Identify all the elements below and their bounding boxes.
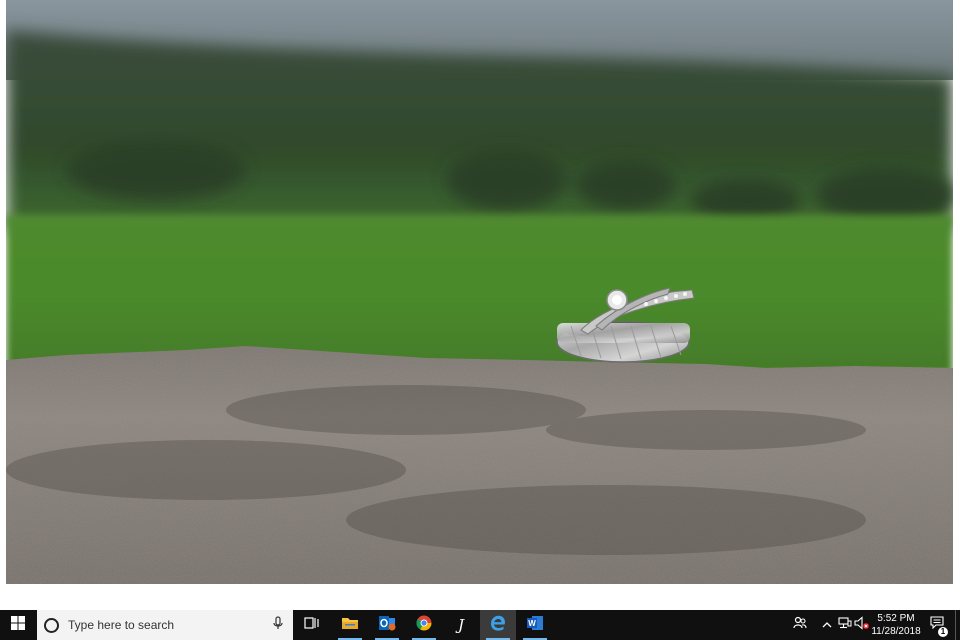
svg-text:W: W xyxy=(528,619,536,628)
show-desktop-button[interactable] xyxy=(955,610,960,640)
edge-button[interactable] xyxy=(480,610,516,640)
clock-time: 5:52 PM xyxy=(877,613,915,624)
chrome-button[interactable] xyxy=(406,610,442,640)
volume-button[interactable] xyxy=(853,610,871,640)
edge-icon xyxy=(490,615,506,636)
start-button[interactable] xyxy=(0,610,36,640)
windows-logo-icon xyxy=(11,615,25,635)
outlook-icon xyxy=(378,615,396,636)
search-placeholder: Type here to search xyxy=(68,618,175,632)
cortana-icon xyxy=(44,617,59,633)
file-explorer-icon xyxy=(341,616,359,635)
task-view-button[interactable] xyxy=(294,610,330,640)
people-button[interactable] xyxy=(790,610,810,640)
show-hidden-icons-button[interactable] xyxy=(818,610,836,640)
search-input[interactable]: Type here to search xyxy=(37,610,293,640)
clock-date: 11/28/2018 xyxy=(871,626,921,637)
action-center-button[interactable]: 1 xyxy=(922,610,952,640)
wedding-rings-photo xyxy=(6,0,953,584)
people-icon xyxy=(793,616,807,635)
journal-button[interactable]: J xyxy=(443,610,479,640)
chrome-icon xyxy=(416,615,432,636)
volume-muted-icon xyxy=(854,615,870,635)
network-icon xyxy=(838,616,852,634)
chevron-up-icon xyxy=(822,616,832,634)
word-button[interactable]: W xyxy=(517,610,553,640)
word-icon: W xyxy=(526,615,544,636)
outlook-button[interactable] xyxy=(369,610,405,640)
taskbar: Type here to search J W 5:52 PM 11/28/20… xyxy=(0,610,960,640)
task-view-icon xyxy=(304,616,320,635)
clock[interactable]: 5:52 PM 11/28/2018 xyxy=(870,610,922,640)
journal-icon: J xyxy=(457,616,464,634)
microphone-icon[interactable] xyxy=(273,615,283,635)
file-explorer-button[interactable] xyxy=(332,610,368,640)
notification-count-badge: 1 xyxy=(938,627,948,637)
network-button[interactable] xyxy=(837,610,853,640)
image-viewer xyxy=(0,0,960,610)
